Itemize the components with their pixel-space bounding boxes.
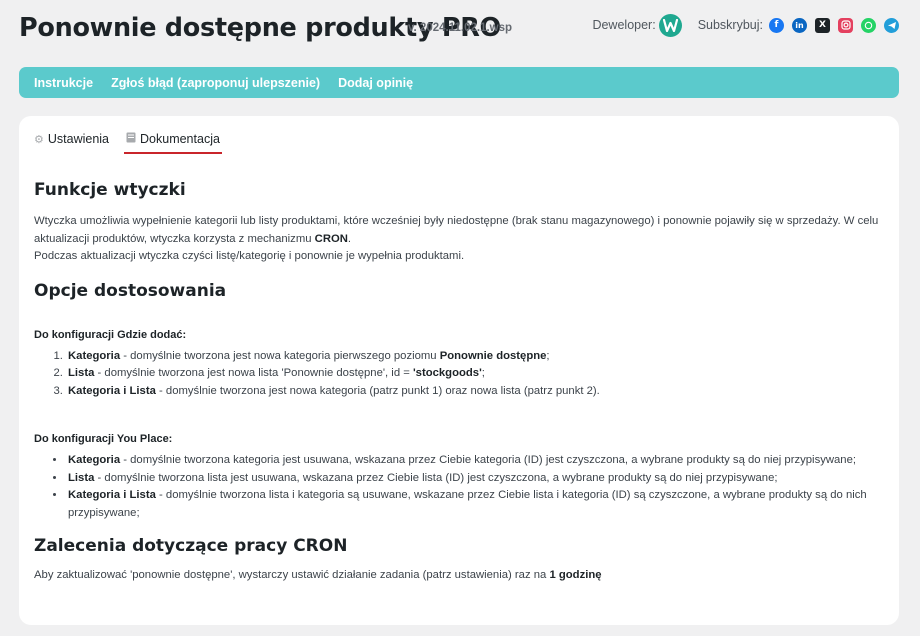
item-term: Lista — [68, 471, 95, 484]
item-term: Ponownie dostępne — [439, 349, 547, 362]
menu-report-bug-link[interactable]: Zgłoś błąd (zaproponuj ulepszenie) — [111, 76, 320, 90]
tab-documentation-label: Dokumentacja — [140, 132, 220, 146]
heading-where-to-add: Do konfiguracji Gdzie dodać: — [34, 328, 187, 341]
subscribe-label: Subskrybuj: — [697, 18, 763, 32]
whatsapp-icon[interactable] — [861, 17, 876, 33]
item-term: Kategoria i Lista — [68, 489, 156, 501]
telegram-icon[interactable] — [884, 17, 899, 33]
tab-bar: ⚙ Ustawienia Dokumentacja — [34, 132, 222, 154]
cron-interval: 1 godzinę — [549, 569, 602, 581]
list-item: Kategoria - domyślnie tworzona kategoria… — [66, 452, 884, 470]
you-place-list: Kategoria - domyślnie tworzona kategoria… — [34, 452, 884, 522]
tab-settings-label: Ustawienia — [47, 132, 110, 146]
item-text: - domyślnie tworzona jest nowa lista 'Po… — [94, 367, 413, 379]
item-text: - domyślnie tworzona lista jest usuwana,… — [94, 471, 778, 484]
item-text: - domyślnie tworzona kategoria jest usuw… — [120, 454, 857, 466]
instagram-icon[interactable] — [838, 17, 853, 33]
item-text: - domyślnie tworzona jest nowa kategoria… — [120, 349, 440, 362]
list-item: Lista - domyślnie tworzona jest nowa lis… — [66, 365, 884, 383]
functions-paragraph: Wtyczka umożliwia wypełnienie kategorii … — [34, 213, 884, 248]
item-term: Lista — [68, 367, 95, 379]
item-term: Kategoria — [68, 454, 121, 466]
menu-add-review-link[interactable]: Dodaj opinię — [338, 76, 413, 90]
page-header: Ponownie dostępne produkty PRO v. 2024.1… — [19, 10, 899, 50]
where-to-add-list: Kategoria - domyślnie tworzona jest nowa… — [34, 348, 884, 401]
header-meta: Deweloper: Subskrybuj: f in X — [592, 13, 899, 37]
developer-logo-icon[interactable] — [658, 13, 682, 37]
cron-paragraph: Aby zaktualizować 'ponownie dostępne', w… — [34, 567, 884, 585]
list-item: Kategoria i Lista - domyślnie tworzona l… — [66, 487, 884, 522]
top-menu-bar: Instrukcje Zgłoś błąd (zaproponuj ulepsz… — [19, 67, 899, 98]
list-item: Kategoria - domyślnie tworzona jest nowa… — [66, 348, 884, 366]
item-text: ; — [481, 367, 485, 379]
gear-icon: ⚙ — [34, 133, 44, 146]
heading-you-place: Do konfiguracji You Place: — [34, 433, 173, 445]
social-links: f in X — [769, 17, 899, 33]
list-item: Lista - domyślnie tworzona lista jest us… — [66, 470, 884, 488]
item-term: 'stockgoods' — [412, 367, 482, 379]
menu-instructions-link[interactable]: Instrukcje — [34, 76, 93, 90]
content-card: ⚙ Ustawienia Dokumentacja Funkcje wtyczk… — [19, 116, 899, 625]
item-text: - domyślnie tworzona jest nowa kategoria… — [155, 384, 600, 397]
heading-cron: Zalecenia dotyczące pracy CRON — [34, 536, 348, 556]
item-text: - domyślnie tworzona lista i kategoria s… — [68, 489, 867, 519]
item-term: Kategoria — [68, 349, 121, 362]
list-item: Kategoria i Lista - domyślnie tworzona j… — [66, 383, 884, 401]
cron-keyword: CRON — [314, 232, 348, 245]
functions-text-end: . — [347, 232, 352, 245]
x-icon[interactable]: X — [815, 17, 830, 33]
version-label: v. 2024.11.02.1.wsp — [408, 22, 513, 34]
cron-text: Aby zaktualizować 'ponownie dostępne', w… — [34, 569, 550, 581]
heading-options: Opcje dostosowania — [34, 280, 227, 301]
facebook-icon[interactable]: f — [769, 17, 784, 33]
tab-documentation[interactable]: Dokumentacja — [124, 132, 222, 154]
heading-functions: Funkcje wtyczki — [34, 180, 186, 200]
linkedin-icon[interactable]: in — [792, 17, 807, 33]
functions-text: Wtyczka umożliwia wypełnienie kategorii … — [34, 215, 879, 245]
developer-label: Deweloper: — [592, 18, 656, 32]
book-icon — [126, 132, 136, 146]
tab-settings[interactable]: ⚙ Ustawienia — [34, 132, 109, 154]
update-paragraph: Podczas aktualizacji wtyczka czyści list… — [34, 250, 465, 262]
documentation-content: Funkcje wtyczki Wtyczka umożliwia wypełn… — [34, 180, 884, 585]
item-text: ; — [546, 349, 550, 362]
item-term: Kategoria i Lista — [68, 384, 156, 397]
